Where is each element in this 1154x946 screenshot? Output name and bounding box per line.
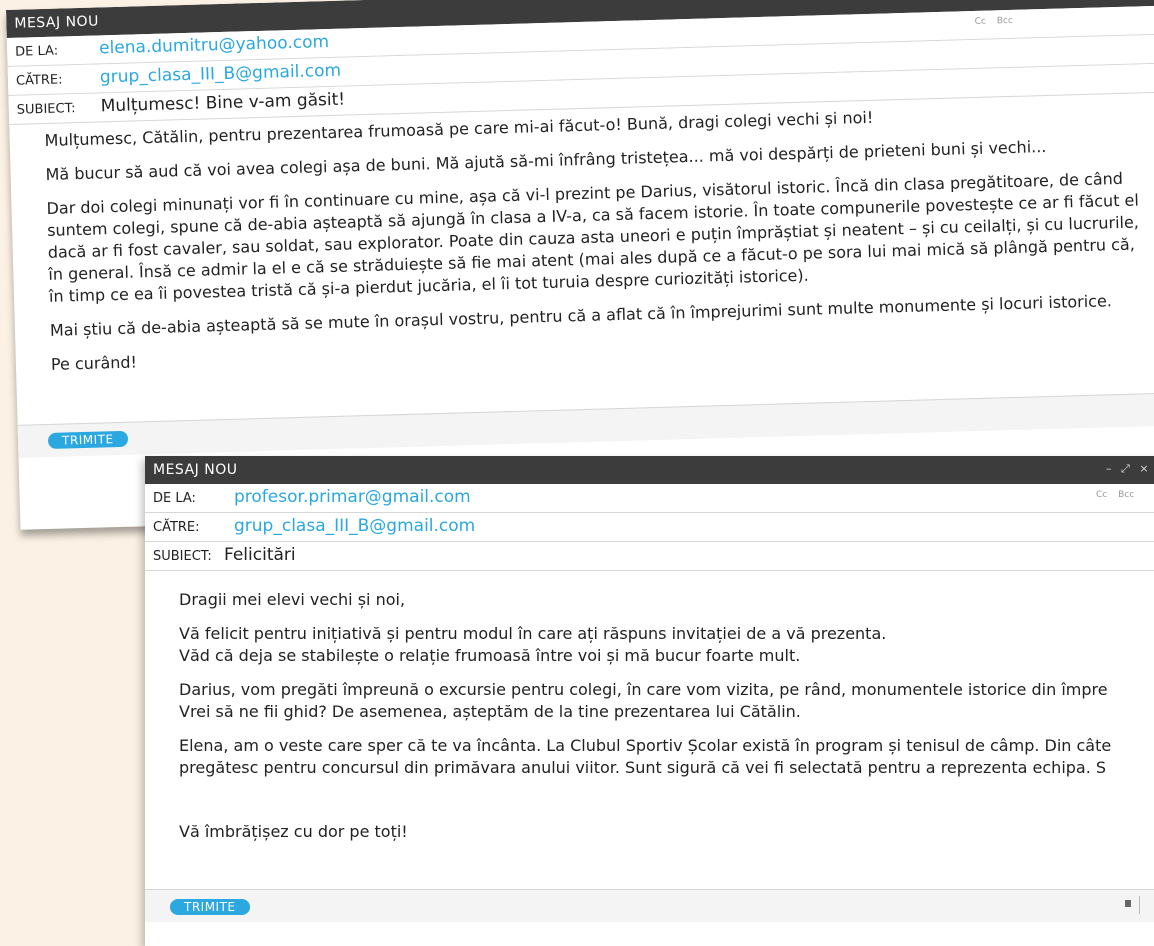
window-controls: – ⤢ ×	[1100, 462, 1149, 476]
to-label: CĂTRE:	[153, 520, 200, 535]
cc-bcc-links: Cc Bcc	[1096, 490, 1142, 500]
blank-space	[179, 791, 1154, 821]
body-line: Vrei să ne fii ghid? De asemenea, aștept…	[179, 702, 801, 721]
closing-line: Vă îmbrățișez cu dor pe toți!	[179, 821, 1154, 843]
email-window-teacher: MESAJ NOU – ⤢ × DE LA: profesor.primar@g…	[145, 456, 1154, 946]
from-address[interactable]: elena.dumitru@yahoo.com	[99, 32, 329, 58]
body-paragraph: Vă felicit pentru inițiativă și pentru m…	[179, 623, 1154, 667]
bcc-button[interactable]: Bcc	[997, 16, 1013, 26]
message-body[interactable]: Mulțumesc, Cătălin, pentru prezentarea f…	[9, 93, 1154, 425]
from-label: DE LA:	[153, 491, 196, 506]
compose-footer: TRIMITE	[145, 889, 1154, 922]
cc-button[interactable]: Cc	[1096, 490, 1107, 500]
close-icon[interactable]: ×	[1139, 462, 1148, 475]
window-controls: – ⤢ ×	[954, 0, 1003, 2]
body-paragraph: Elena, am o veste care sper că te va înc…	[179, 735, 1154, 779]
to-field[interactable]: CĂTRE: grup_clasa_III_B@gmail.com	[145, 513, 1154, 542]
subject-label: SUBIECT:	[17, 101, 76, 118]
window-title: MESAJ NOU	[153, 462, 237, 478]
from-label: DE LA:	[15, 44, 58, 60]
body-line: pregătesc pentru concursul din primăvara…	[179, 758, 1106, 777]
send-button[interactable]: TRIMITE	[170, 899, 250, 915]
subject-field[interactable]: SUBIECT: Felicitări	[145, 542, 1154, 571]
body-line: Vă felicit pentru inițiativă și pentru m…	[179, 624, 886, 643]
window-titlebar: MESAJ NOU – ⤢ ×	[145, 456, 1154, 484]
message-body[interactable]: Dragii mei elevi vechi și noi, Vă felici…	[145, 571, 1154, 889]
cc-bcc-links: Cc Bcc	[975, 16, 1021, 27]
expand-icon[interactable]: ⤢	[1121, 462, 1130, 475]
cc-button[interactable]: Cc	[975, 17, 987, 27]
footer-divider	[1139, 896, 1140, 914]
body-line: Văd că deja se stabilește o relație frum…	[179, 646, 800, 665]
subject-label: SUBIECT:	[153, 549, 212, 564]
greeting-line: Dragii mei elevi vechi și noi,	[179, 589, 1154, 611]
body-paragraph: Darius, vom pregăti împreună o excursie …	[179, 679, 1154, 723]
from-address[interactable]: profesor.primar@gmail.com	[234, 487, 471, 507]
minimize-icon[interactable]: –	[1106, 462, 1112, 475]
to-label: CĂTRE:	[16, 72, 63, 88]
subject-value[interactable]: Mulțumesc! Bine v-am găsit!	[100, 90, 345, 117]
send-button[interactable]: TRIMITE	[48, 431, 128, 449]
subject-value[interactable]: Felicitări	[224, 545, 296, 565]
bcc-button[interactable]: Bcc	[1118, 490, 1134, 500]
window-title: MESAJ NOU	[14, 13, 99, 31]
body-paragraph: Dar doi colegi minunați vor fi în contin…	[46, 167, 1144, 308]
body-line: Darius, vom pregăti împreună o excursie …	[179, 680, 1108, 699]
email-window-elena: MESAJ NOU – ⤢ × DE LA: elena.dumitru@yah…	[6, 0, 1154, 530]
to-address[interactable]: grup_clasa_III_B@gmail.com	[100, 61, 342, 88]
trash-icon[interactable]	[1125, 900, 1131, 907]
body-line: Elena, am o veste care sper că te va înc…	[179, 736, 1111, 755]
from-field[interactable]: DE LA: profesor.primar@gmail.com Cc Bcc	[145, 484, 1154, 513]
to-address[interactable]: grup_clasa_III_B@gmail.com	[234, 516, 475, 536]
